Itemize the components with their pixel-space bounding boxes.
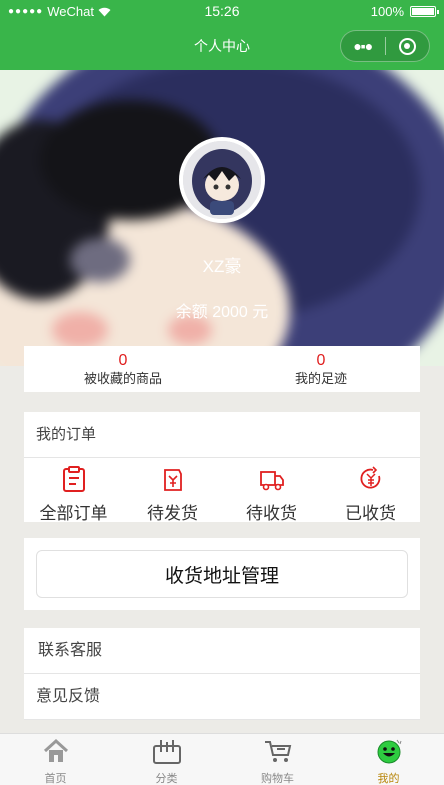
order-received-button[interactable]: 已收货 bbox=[321, 458, 420, 523]
tab-home[interactable]: 首页 bbox=[0, 734, 111, 785]
battery-icon bbox=[410, 6, 439, 17]
order-all-label: 全部订单 bbox=[39, 504, 108, 523]
close-miniprogram-button[interactable] bbox=[386, 37, 430, 55]
username: XZ豪 bbox=[202, 257, 242, 276]
feedback-item[interactable]: 意见反馈 bbox=[24, 674, 420, 720]
tab-category-label: 分类 bbox=[155, 773, 178, 785]
pending-ship-icon bbox=[163, 469, 182, 491]
cart-icon bbox=[264, 741, 291, 762]
contact-service-item[interactable]: 联系客服 bbox=[24, 628, 420, 674]
orders-panel: 我的订单 全部订单 待发货 待收货 已收货 bbox=[24, 412, 420, 523]
balance: 余额 2000 元 bbox=[175, 304, 269, 321]
stats-panel: 0 被收藏的商品 0 我的足迹 bbox=[24, 346, 420, 392]
avatar[interactable] bbox=[179, 137, 265, 223]
order-all-button[interactable]: 全部订单 bbox=[24, 458, 123, 523]
address-management-button[interactable]: 收货地址管理 bbox=[36, 550, 408, 598]
top-bar: ●●●●● WeChat 15:26 100% 个人中心 ●▪● bbox=[0, 0, 444, 70]
smiley-icon bbox=[377, 739, 401, 764]
miniprogram-capsule: ●▪● bbox=[340, 30, 430, 62]
more-options-icon[interactable]: ●▪● bbox=[341, 38, 385, 54]
tab-cart-label: 购物车 bbox=[261, 773, 294, 785]
favorites-count: 0 bbox=[118, 352, 128, 369]
stat-favorites[interactable]: 0 被收藏的商品 bbox=[24, 346, 222, 392]
favorites-label: 被收藏的商品 bbox=[83, 371, 162, 386]
tab-cart[interactable]: 购物车 bbox=[222, 734, 333, 785]
order-pending-receive-button[interactable]: 待收货 bbox=[222, 458, 321, 523]
received-yuan-icon bbox=[359, 466, 380, 489]
tab-home-label: 首页 bbox=[44, 773, 67, 785]
status-bar: ●●●●● WeChat 15:26 100% bbox=[0, 0, 444, 24]
tab-category[interactable]: 分类 bbox=[111, 734, 222, 785]
order-pending-receive-label: 待收货 bbox=[246, 504, 297, 523]
profile-header: XZ豪 余额 2000 元 bbox=[0, 70, 444, 366]
avatar-image bbox=[183, 141, 261, 219]
tab-bar: 首页 分类 购物车 我的 bbox=[0, 733, 444, 785]
tab-mine[interactable]: 我的 bbox=[333, 734, 444, 785]
orders-title[interactable]: 我的订单 bbox=[24, 412, 420, 458]
address-panel: 收货地址管理 bbox=[24, 538, 420, 610]
order-list-icon bbox=[62, 466, 85, 492]
order-pending-ship-label: 待发货 bbox=[147, 504, 198, 523]
tab-mine-label: 我的 bbox=[377, 773, 400, 785]
battery-percent: 100% bbox=[370, 4, 404, 19]
footprints-count: 0 bbox=[316, 352, 326, 369]
footprints-label: 我的足迹 bbox=[294, 371, 347, 386]
delivery-truck-icon bbox=[259, 471, 284, 491]
category-icon bbox=[152, 740, 181, 764]
stat-footprints[interactable]: 0 我的足迹 bbox=[222, 346, 420, 392]
order-received-label: 已收货 bbox=[345, 504, 396, 523]
service-links: 联系客服 意见反馈 bbox=[24, 628, 420, 720]
home-icon bbox=[43, 738, 68, 762]
order-pending-ship-button[interactable]: 待发货 bbox=[123, 458, 222, 523]
target-icon bbox=[398, 37, 416, 55]
